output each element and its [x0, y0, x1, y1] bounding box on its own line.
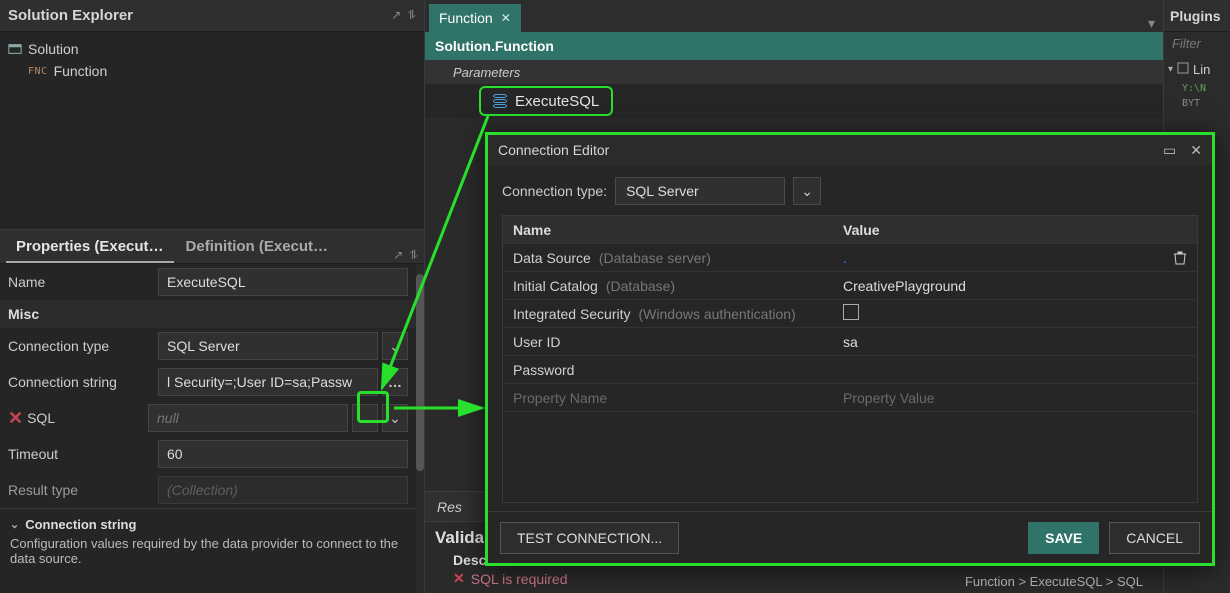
sql-dropdown[interactable]: ⌄	[382, 404, 408, 432]
property-description: ⌄ Connection string Configuration values…	[0, 508, 416, 574]
grid-header: Name Value	[503, 216, 1197, 244]
close-icon[interactable]: ✕	[1190, 142, 1202, 159]
plugins-header: Plugins	[1164, 0, 1230, 32]
database-icon	[493, 94, 507, 108]
connection-type-label: Connection type	[8, 338, 158, 354]
solution-label: Solution	[28, 41, 79, 57]
tab-definition[interactable]: Definition (Execut…	[176, 232, 339, 263]
sql-input[interactable]	[148, 404, 348, 432]
dialog-title: Connection Editor	[498, 142, 609, 158]
properties-panel: Name Misc Connection type ⌄ Connection s…	[0, 264, 424, 593]
timeout-label: Timeout	[8, 446, 158, 462]
popout-icon[interactable]: ↗	[391, 8, 401, 23]
connection-type-label: Connection type:	[502, 183, 607, 199]
dialog-header[interactable]: Connection Editor ▭ ✕	[488, 135, 1212, 165]
connection-type-select[interactable]: SQL Server	[615, 177, 785, 205]
initial-catalog-value[interactable]: CreativePlayground	[833, 278, 1163, 294]
chevron-down-icon[interactable]: ⌄	[10, 518, 19, 531]
plugin-sub-path: Y:\N	[1164, 81, 1230, 96]
chevron-down-icon: ▾	[1168, 64, 1173, 75]
function-label: Function	[54, 63, 108, 79]
row-initial-catalog[interactable]: Initial Catalog(Database) CreativePlaygr…	[503, 272, 1197, 300]
pin-icon[interactable]: ⥮	[409, 248, 418, 263]
connection-string-ellipsis-button[interactable]: …	[382, 368, 408, 396]
row-placeholder[interactable]: Property Name Property Value	[503, 384, 1197, 412]
misc-header: Misc	[0, 300, 416, 328]
solution-explorer-tree: Solution FNC Function	[0, 32, 424, 230]
function-node[interactable]: FNC Function	[8, 60, 416, 82]
tabs-overflow-icon[interactable]: ▾	[1148, 15, 1155, 32]
row-user-id[interactable]: User ID sa	[503, 328, 1197, 356]
integrated-security-checkbox[interactable]	[843, 304, 859, 320]
fnc-tag: FNC	[28, 66, 48, 77]
tab-function-label: Function	[439, 10, 493, 26]
maximize-icon[interactable]: ▭	[1163, 142, 1176, 159]
row-integrated-security[interactable]: Integrated Security(Windows authenticati…	[503, 300, 1197, 328]
name-label: Name	[8, 274, 158, 290]
desc-title: Connection string	[25, 517, 136, 532]
desc-text: Configuration values required by the dat…	[10, 536, 406, 566]
connection-editor-dialog: Connection Editor ▭ ✕ Connection type: S…	[485, 132, 1215, 566]
connection-type-input[interactable]	[158, 332, 378, 360]
data-source-value[interactable]: .	[843, 250, 847, 266]
error-icon: ✕	[8, 408, 23, 429]
connection-type-dropdown[interactable]: ⌄	[793, 177, 821, 205]
editor-tabs: Function ✕ ▾	[425, 0, 1163, 32]
sql-label: SQL	[27, 410, 55, 426]
solution-node[interactable]: Solution	[8, 38, 416, 60]
connection-type-dropdown[interactable]: ⌄	[382, 332, 408, 360]
plugins-filter[interactable]: Filter	[1164, 32, 1230, 58]
connection-properties-grid: Name Value Data Source(Database server) …	[502, 215, 1198, 503]
parameters-row[interactable]: Parameters	[425, 60, 1163, 84]
delete-row-button[interactable]	[1163, 250, 1197, 266]
execute-sql-label: ExecuteSQL	[515, 93, 599, 110]
solution-explorer-title: Solution Explorer	[8, 7, 133, 24]
col-name: Name	[503, 222, 833, 238]
name-input[interactable]	[158, 268, 408, 296]
cancel-button[interactable]: CANCEL	[1109, 522, 1200, 554]
plugins-title: Plugins	[1170, 8, 1221, 24]
solution-explorer-header: Solution Explorer ↗ ⥮	[0, 0, 424, 32]
sql-ellipsis-button[interactable]: …	[352, 404, 378, 432]
connection-string-input[interactable]	[158, 368, 378, 396]
connection-string-label: Connection string	[8, 374, 158, 390]
row-password[interactable]: Password	[503, 356, 1197, 384]
tab-function[interactable]: Function ✕	[429, 4, 521, 32]
plugin-sub-type: BYT	[1164, 96, 1230, 111]
user-id-value[interactable]: sa	[833, 334, 1163, 350]
row-data-source[interactable]: Data Source(Database server) .	[503, 244, 1197, 272]
pin-icon[interactable]: ⥮	[407, 8, 416, 23]
close-icon[interactable]: ✕	[501, 11, 511, 25]
properties-tabs-header: Properties (Execut… Definition (Execut… …	[0, 230, 424, 264]
solution-icon	[8, 42, 22, 56]
tab-properties[interactable]: Properties (Execut…	[6, 232, 174, 263]
test-connection-button[interactable]: TEST CONNECTION...	[500, 522, 679, 554]
breadcrumb: Solution.Function	[425, 32, 1163, 60]
timeout-input[interactable]	[158, 440, 408, 468]
result-type-input[interactable]	[158, 476, 408, 504]
col-value: Value	[833, 222, 1163, 238]
properties-scrollbar[interactable]	[416, 264, 424, 593]
validation-path: Function > ExecuteSQL > SQL	[965, 574, 1143, 589]
error-icon: ✕	[453, 570, 465, 587]
save-button[interactable]: SAVE	[1028, 522, 1099, 554]
execute-sql-row[interactable]: ExecuteSQL	[425, 84, 1163, 118]
plugin-item[interactable]: ▾ Lin	[1164, 58, 1230, 81]
popout-icon[interactable]: ↗	[393, 248, 403, 263]
result-type-label: Result type	[8, 482, 158, 498]
